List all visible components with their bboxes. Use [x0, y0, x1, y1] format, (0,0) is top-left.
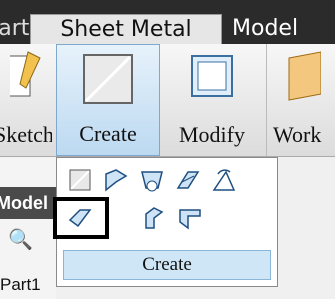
part-node[interactable]: Part1 — [0, 275, 41, 295]
dropdown-row-1 — [63, 164, 241, 196]
flange-highlight-box — [53, 197, 109, 239]
modify-label: Modify — [179, 122, 245, 147]
sketch-label: Sketch — [0, 122, 52, 147]
work-label: Work — [273, 122, 322, 147]
browser-title[interactable]: Model — [0, 187, 56, 219]
sketch-button[interactable]: Sketch — [0, 44, 52, 156]
work-plane-icon — [288, 51, 321, 101]
face-large-icon — [83, 54, 133, 104]
find-icon[interactable]: 🔍 — [8, 227, 33, 252]
create-label: Create — [79, 121, 137, 146]
create-group-label: Create — [63, 250, 271, 280]
tab-model[interactable]: Model — [222, 14, 335, 44]
tab-part[interactable]: Part — [0, 14, 30, 44]
sketch-icon — [10, 51, 41, 97]
ribbon-tab-bar: Part Sheet Metal Model — [0, 0, 335, 45]
modify-icon — [191, 55, 233, 97]
work-features-button[interactable]: Work — [266, 44, 335, 156]
lofted-flange-icon[interactable] — [171, 164, 205, 196]
model-browser: Model 🔍 Part1 — [0, 157, 56, 299]
ribbon-panel: Sketch Create Modify Work — [0, 44, 335, 157]
corner-seam-icon[interactable] — [173, 202, 207, 234]
create-button[interactable]: Create — [56, 44, 160, 156]
tab-sheet-metal[interactable]: Sheet Metal — [30, 14, 222, 45]
contour-flange-icon[interactable] — [99, 164, 133, 196]
face-icon[interactable] — [63, 164, 97, 196]
contour-roll-icon[interactable] — [135, 164, 169, 196]
refold-icon[interactable] — [207, 164, 241, 196]
modify-button[interactable]: Modify — [162, 44, 262, 156]
hem-icon[interactable] — [137, 202, 171, 234]
